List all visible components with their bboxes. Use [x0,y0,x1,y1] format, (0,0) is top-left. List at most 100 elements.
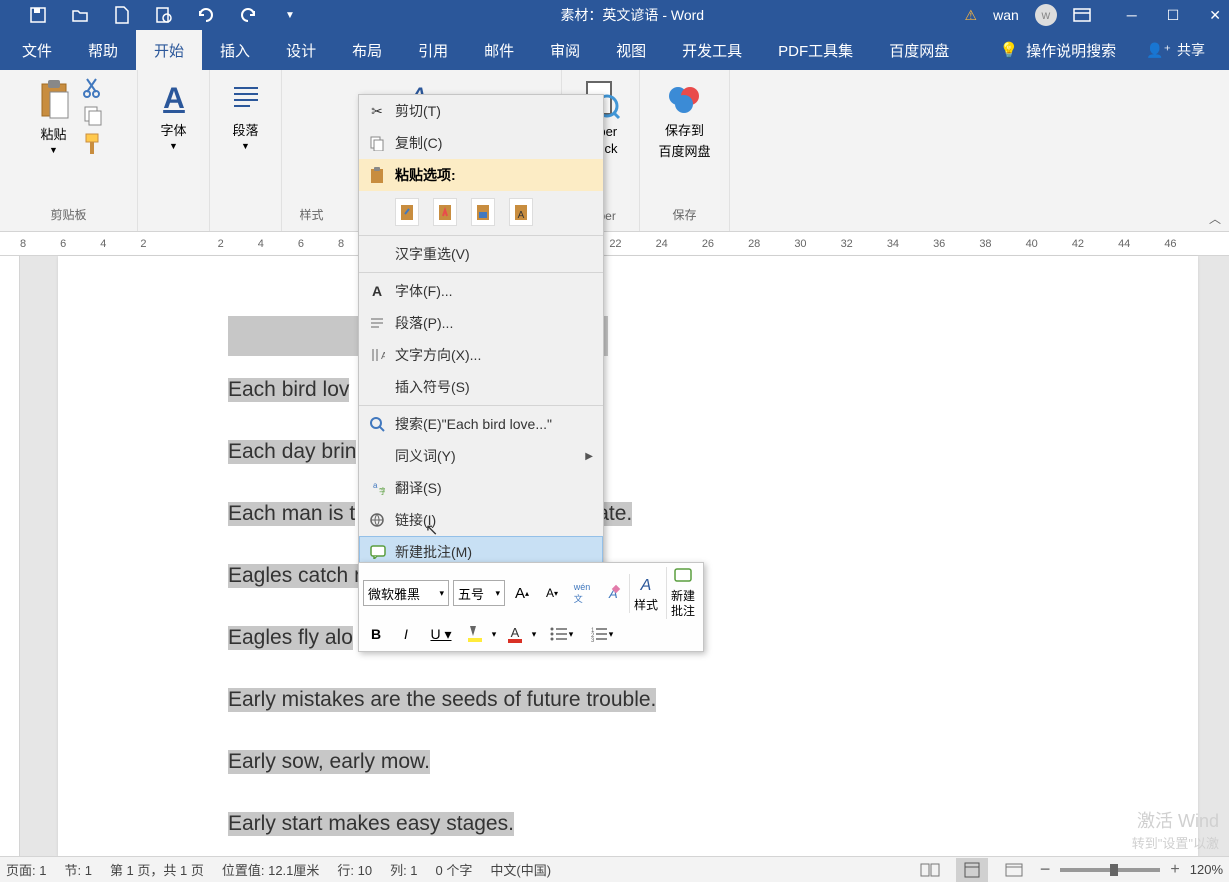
font-button[interactable]: A 字体 ▼ [152,74,196,155]
copy-icon[interactable] [82,104,104,126]
tab-review[interactable]: 审阅 [532,30,598,71]
tab-help[interactable]: 帮助 [70,30,136,71]
doc-line[interactable]: Early sow, early mow. [228,750,430,774]
share-button[interactable]: 👤⁺ 共享 [1126,40,1225,60]
quick-access-toolbar: ▼ [28,5,300,25]
qat-dropdown-icon[interactable]: ▼ [280,5,300,25]
phonetic-guide-icon[interactable]: wén文 [569,580,595,606]
context-font[interactable]: A 字体(F)... [359,275,603,307]
ribbon-display-icon[interactable] [1073,8,1091,22]
font-color-icon[interactable]: A▾ [503,621,539,647]
vertical-ruler[interactable] [0,256,20,856]
status-section[interactable]: 节: 1 [64,860,91,879]
undo-icon[interactable] [196,5,216,25]
doc-line[interactable]: Early mistakes are the seeds of future t… [228,688,656,712]
open-icon[interactable] [70,5,90,25]
horizontal-ruler[interactable]: 8 6 4 2 2 4 6 8 10 14 16 18 20 22 24 26 … [0,232,1229,256]
paste-picture-icon[interactable] [471,198,495,226]
tab-mailings[interactable]: 邮件 [466,30,532,71]
paste-merge-icon[interactable] [433,198,457,226]
status-page[interactable]: 页面: 1 [6,860,46,879]
format-painter-icon[interactable] [82,132,104,156]
status-pages[interactable]: 第 1 页，共 1 页 [110,860,204,879]
status-line[interactable]: 行: 10 [337,860,372,879]
tell-me-label: 操作说明搜索 [1026,40,1116,61]
styles-mini-button[interactable]: A 样式 [629,574,662,613]
tab-design[interactable]: 设计 [268,30,334,71]
ruler-mark: 36 [933,238,945,250]
doc-line[interactable]: Each bird lov [228,378,349,402]
context-insert-symbol[interactable]: 插入符号(S) [359,371,603,403]
tab-pdf[interactable]: PDF工具集 [760,30,871,71]
ruler-mark: 6 [298,238,304,250]
save-baidu-button[interactable]: 保存到 百度网盘 [654,74,714,164]
context-copy[interactable]: 复制(C) [359,127,603,159]
paste-keep-source-icon[interactable] [395,198,419,226]
context-cut[interactable]: ✂ 剪切(T) [359,95,603,127]
context-new-comment-label: 新建批注(M) [395,542,472,562]
paragraph-button[interactable]: 段落 ▼ [224,74,268,155]
zoom-level[interactable]: 120% [1190,862,1223,877]
doc-line[interactable]: Early start makes easy stages. [228,812,514,836]
grow-font-icon[interactable]: A▴ [509,580,535,606]
ruler-mark: 32 [841,238,853,250]
tab-home[interactable]: 开始 [136,30,202,71]
minimize-icon[interactable]: ─ [1127,7,1137,24]
tab-insert[interactable]: 插入 [202,30,268,71]
font-name-combo[interactable]: 微软雅黑▾ [363,580,449,606]
read-mode-icon[interactable] [914,858,946,882]
redo-icon[interactable] [238,5,258,25]
context-translate[interactable]: a字 翻译(S) [359,472,603,504]
tab-view[interactable]: 视图 [598,30,664,71]
clear-formatting-icon[interactable]: A [599,580,625,606]
tell-me-search[interactable]: 💡 操作说明搜索 [989,40,1126,61]
status-position[interactable]: 位置值: 12.1厘米 [222,860,320,879]
baidu-l2: 百度网盘 [658,141,710,160]
status-column[interactable]: 列: 1 [390,860,417,879]
save-icon[interactable] [28,5,48,25]
zoom-out-icon[interactable]: − [1040,859,1051,880]
zoom-in-icon[interactable]: + [1170,861,1179,879]
bullet-list-icon[interactable]: ▾ [543,621,579,647]
context-search[interactable]: 搜索(E)"Each bird love..." [359,408,603,440]
close-icon[interactable]: ✕ [1209,7,1221,24]
cut-icon[interactable] [82,76,104,98]
tab-baidu[interactable]: 百度网盘 [871,30,967,71]
italic-icon[interactable]: I [393,621,419,647]
share-icon: 👤⁺ [1146,42,1171,59]
doc-line[interactable]: Each man is t [228,502,355,526]
doc-line[interactable]: Each day brin [228,440,356,464]
shrink-font-icon[interactable]: A▾ [539,580,565,606]
underline-icon[interactable]: U ▾ [423,621,459,647]
tab-developer[interactable]: 开发工具 [664,30,760,71]
avatar[interactable]: w [1035,4,1057,26]
maximize-icon[interactable]: ☐ [1167,7,1180,24]
context-paragraph[interactable]: 段落(P)... [359,307,603,339]
tab-references[interactable]: 引用 [400,30,466,71]
tab-layout[interactable]: 布局 [334,30,400,71]
zoom-slider[interactable] [1060,868,1160,872]
context-synonym[interactable]: 同义词(Y) ▶ [359,440,603,472]
context-link[interactable]: 链接(I) ↖ [359,504,603,536]
new-icon[interactable] [112,5,132,25]
context-hanzi[interactable]: 汉字重选(V) [359,238,603,270]
context-text-direction[interactable]: A 文字方向(X)... [359,339,603,371]
doc-line[interactable]: Eagles fly alo [228,626,353,650]
document-page[interactable]: Each bird lov Each day brin Each man is … [58,256,1198,856]
tab-file[interactable]: 文件 [4,30,70,71]
status-language[interactable]: 中文(中国) [490,860,551,879]
new-comment-mini-button[interactable]: 新建 批注 [666,567,699,619]
status-words[interactable]: 0 个字 [436,860,473,879]
bold-icon[interactable]: B [363,621,389,647]
preview-icon[interactable] [154,5,174,25]
print-layout-icon[interactable] [956,858,988,882]
web-layout-icon[interactable] [998,858,1030,882]
font-size-combo[interactable]: 五号▾ [453,580,505,606]
paste-text-only-icon[interactable]: A [509,198,533,226]
paste-button[interactable]: 粘贴 ▼ [32,74,76,159]
ruler-mark: 44 [1118,238,1130,250]
numbered-list-icon[interactable]: 123▾ [583,621,619,647]
highlight-icon[interactable]: ▾ [463,621,499,647]
zoom-handle[interactable] [1110,864,1118,876]
collapse-ribbon-icon[interactable]: ︿ [1209,210,1221,227]
